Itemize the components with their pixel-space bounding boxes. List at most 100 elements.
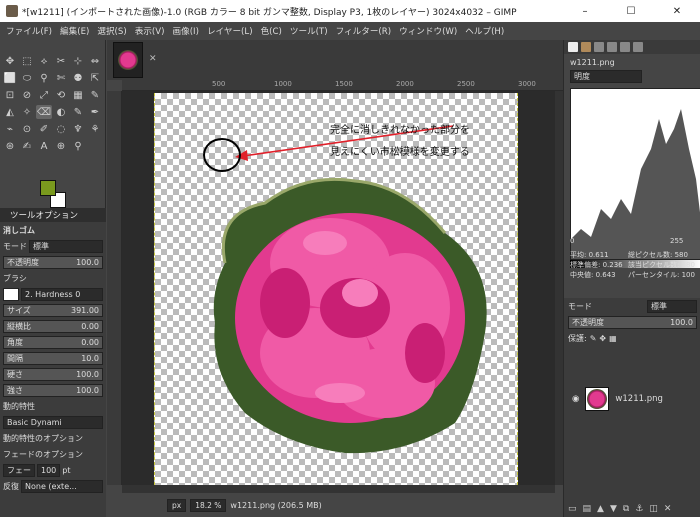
brush-tab-icon[interactable] (594, 42, 604, 52)
fg-bg-tab-icon[interactable] (568, 42, 578, 52)
color-select-tool-icon[interactable]: ⚉ (70, 71, 86, 85)
horizontal-ruler[interactable]: 500 1000 1500 2000 2500 3000 (122, 80, 563, 91)
fuzzy-select-tool-icon[interactable]: ⚲ (36, 71, 52, 85)
spacing-slider[interactable]: 間隔 10.0 (3, 351, 103, 365)
paintbrush-tool-icon[interactable]: ✎ (70, 105, 86, 119)
font-tab-icon[interactable] (607, 42, 617, 52)
layer-mode-select[interactable]: 標準 (647, 299, 697, 313)
hardness-slider[interactable]: 硬さ 100.0 (3, 367, 103, 381)
ink-tool-icon[interactable]: ✒ (87, 105, 103, 119)
crop-tool-icon[interactable]: ⊹ (70, 54, 86, 68)
menu-color[interactable]: 色(C) (257, 25, 286, 37)
menu-layer[interactable]: レイヤー(L) (203, 25, 257, 37)
close-image-icon[interactable]: ✕ (149, 54, 157, 64)
new-group-icon[interactable]: ▤ (583, 504, 592, 514)
unified-transform-tool-icon[interactable]: ⇱ (87, 71, 103, 85)
smudge-tool-icon[interactable]: ⌁ (2, 122, 18, 136)
horizontal-scrollbar[interactable] (122, 485, 555, 493)
histogram-low[interactable]: 0 (570, 237, 574, 245)
mode-select[interactable]: 標準 (29, 239, 103, 253)
perspective-tool-icon[interactable]: ⊡ (2, 88, 18, 102)
ellipse-select-tool-icon[interactable]: ⬭ (19, 71, 35, 85)
minimize-button[interactable]: – (562, 0, 608, 22)
pencil-tool-icon[interactable]: ✎ (87, 88, 103, 102)
layer-name[interactable]: w1211.png (615, 394, 662, 404)
foreground-select-tool-icon[interactable]: ✄ (53, 71, 69, 85)
size-slider[interactable]: サイズ 391.00 (3, 303, 103, 317)
force-slider[interactable]: 強さ 100.0 (3, 383, 103, 397)
new-layer-icon[interactable]: ▭ (568, 504, 577, 514)
brush-preview-icon[interactable] (3, 287, 19, 301)
channel-select[interactable]: 明度 (570, 70, 642, 83)
layer-row[interactable]: ◉ w1211.png (564, 384, 700, 414)
close-button[interactable]: ✕ (654, 0, 700, 22)
scale-tool-icon[interactable]: ⤢ (36, 88, 52, 102)
paths-tool-icon[interactable]: ♆ (70, 122, 86, 136)
rotate-tool-icon[interactable]: ⟲ (53, 88, 69, 102)
layer-opacity-slider[interactable]: 不透明度 100.0 (568, 315, 697, 329)
blur-tool-icon[interactable]: ◌ (53, 122, 69, 136)
menu-filters[interactable]: フィルター(R) (332, 25, 395, 37)
maximize-button[interactable]: ☐ (608, 0, 654, 22)
brush-name[interactable]: 2. Hardness 0 (21, 287, 103, 301)
scissors-tool-icon[interactable]: ✂ (53, 54, 69, 68)
angle-slider[interactable]: 角度 0.00 (3, 335, 103, 349)
mypaint-brush-tool-icon[interactable]: ⚘ (87, 122, 103, 136)
color-picker-tool-icon[interactable]: ⚲ (70, 139, 86, 153)
lock-pixels-icon[interactable]: ✎ (590, 334, 597, 343)
dodge-tool-icon[interactable]: ◐ (53, 105, 69, 119)
menu-tools[interactable]: ツール(T) (286, 25, 332, 37)
heal-tool-icon[interactable]: ✐ (36, 122, 52, 136)
opacity-slider[interactable]: 不透明度 100.0 (3, 255, 103, 269)
eraser-tool-icon[interactable]: ⌫ (36, 105, 52, 119)
menu-windows[interactable]: ウィンドウ(W) (395, 25, 461, 37)
menu-image[interactable]: 画像(I) (169, 25, 203, 37)
vertical-ruler[interactable] (107, 91, 122, 485)
anchor-layer-icon[interactable]: ⚓ (635, 504, 643, 514)
clone-tool-icon[interactable]: ⊙ (19, 122, 35, 136)
bucket-fill-tool-icon[interactable]: ◭ (2, 105, 18, 119)
fade-value[interactable]: 100 (37, 463, 61, 477)
menu-help[interactable]: ヘルプ(H) (461, 25, 508, 37)
warp-tool-icon[interactable]: ▦ (70, 88, 86, 102)
fade-unit[interactable]: pt (62, 466, 70, 475)
dynamics-select[interactable]: Basic Dynami (3, 415, 103, 429)
lower-layer-icon[interactable]: ▼ (610, 504, 617, 514)
align-tool-icon[interactable]: ⬜ (2, 71, 18, 85)
foreground-color-swatch[interactable] (40, 180, 56, 196)
repeat-select[interactable]: None (exte... (21, 479, 103, 493)
tool-options-tab[interactable]: ツールオプション (0, 208, 106, 222)
duplicate-layer-icon[interactable]: ⧉ (623, 504, 629, 514)
rect-select-tool-icon[interactable]: ⬚ (19, 54, 35, 68)
menu-file[interactable]: ファイル(F) (2, 25, 56, 37)
unit-select[interactable]: px (167, 498, 187, 512)
visibility-eye-icon[interactable]: ◉ (572, 394, 579, 404)
zoom-tool-icon[interactable]: ⊕ (53, 139, 69, 153)
text-tool-icon[interactable]: A (36, 139, 52, 153)
lock-position-icon[interactable]: ✥ (599, 334, 606, 343)
histogram-tab-icon[interactable] (633, 42, 643, 52)
vertical-scrollbar[interactable] (555, 91, 563, 485)
aspect-slider[interactable]: 縦横比 0.00 (3, 319, 103, 333)
histogram-high[interactable]: 255 (670, 237, 683, 245)
pattern-tab-icon[interactable] (581, 42, 591, 52)
doc-tab-icon[interactable] (620, 42, 630, 52)
histogram-channel[interactable]: 明度 (570, 70, 642, 83)
gradient-tool-icon[interactable]: ✧ (19, 105, 35, 119)
cage-tool-icon[interactable]: ⊘ (19, 88, 35, 102)
airbrush-tool-icon[interactable]: ⊛ (2, 139, 18, 153)
menu-select[interactable]: 選択(S) (93, 25, 130, 37)
menu-view[interactable]: 表示(V) (131, 25, 169, 37)
menu-edit[interactable]: 編集(E) (56, 25, 93, 37)
free-select-tool-icon[interactable]: ⟡ (36, 54, 52, 68)
zoom-select[interactable]: 18.2 % (190, 498, 227, 512)
raise-layer-icon[interactable]: ▲ (597, 504, 604, 514)
move-tool-icon[interactable]: ✥ (2, 54, 18, 68)
mask-layer-icon[interactable]: ◫ (649, 504, 658, 514)
dynamics-options-expander[interactable]: 動的特性のオプション (3, 433, 83, 444)
measure-tool-icon[interactable]: ✍ (19, 139, 35, 153)
lock-alpha-icon[interactable]: ▦ (609, 334, 617, 343)
image-tab[interactable] (113, 42, 143, 78)
delete-layer-icon[interactable]: ✕ (664, 504, 672, 514)
flip-tool-icon[interactable]: ⇔ (87, 54, 103, 68)
